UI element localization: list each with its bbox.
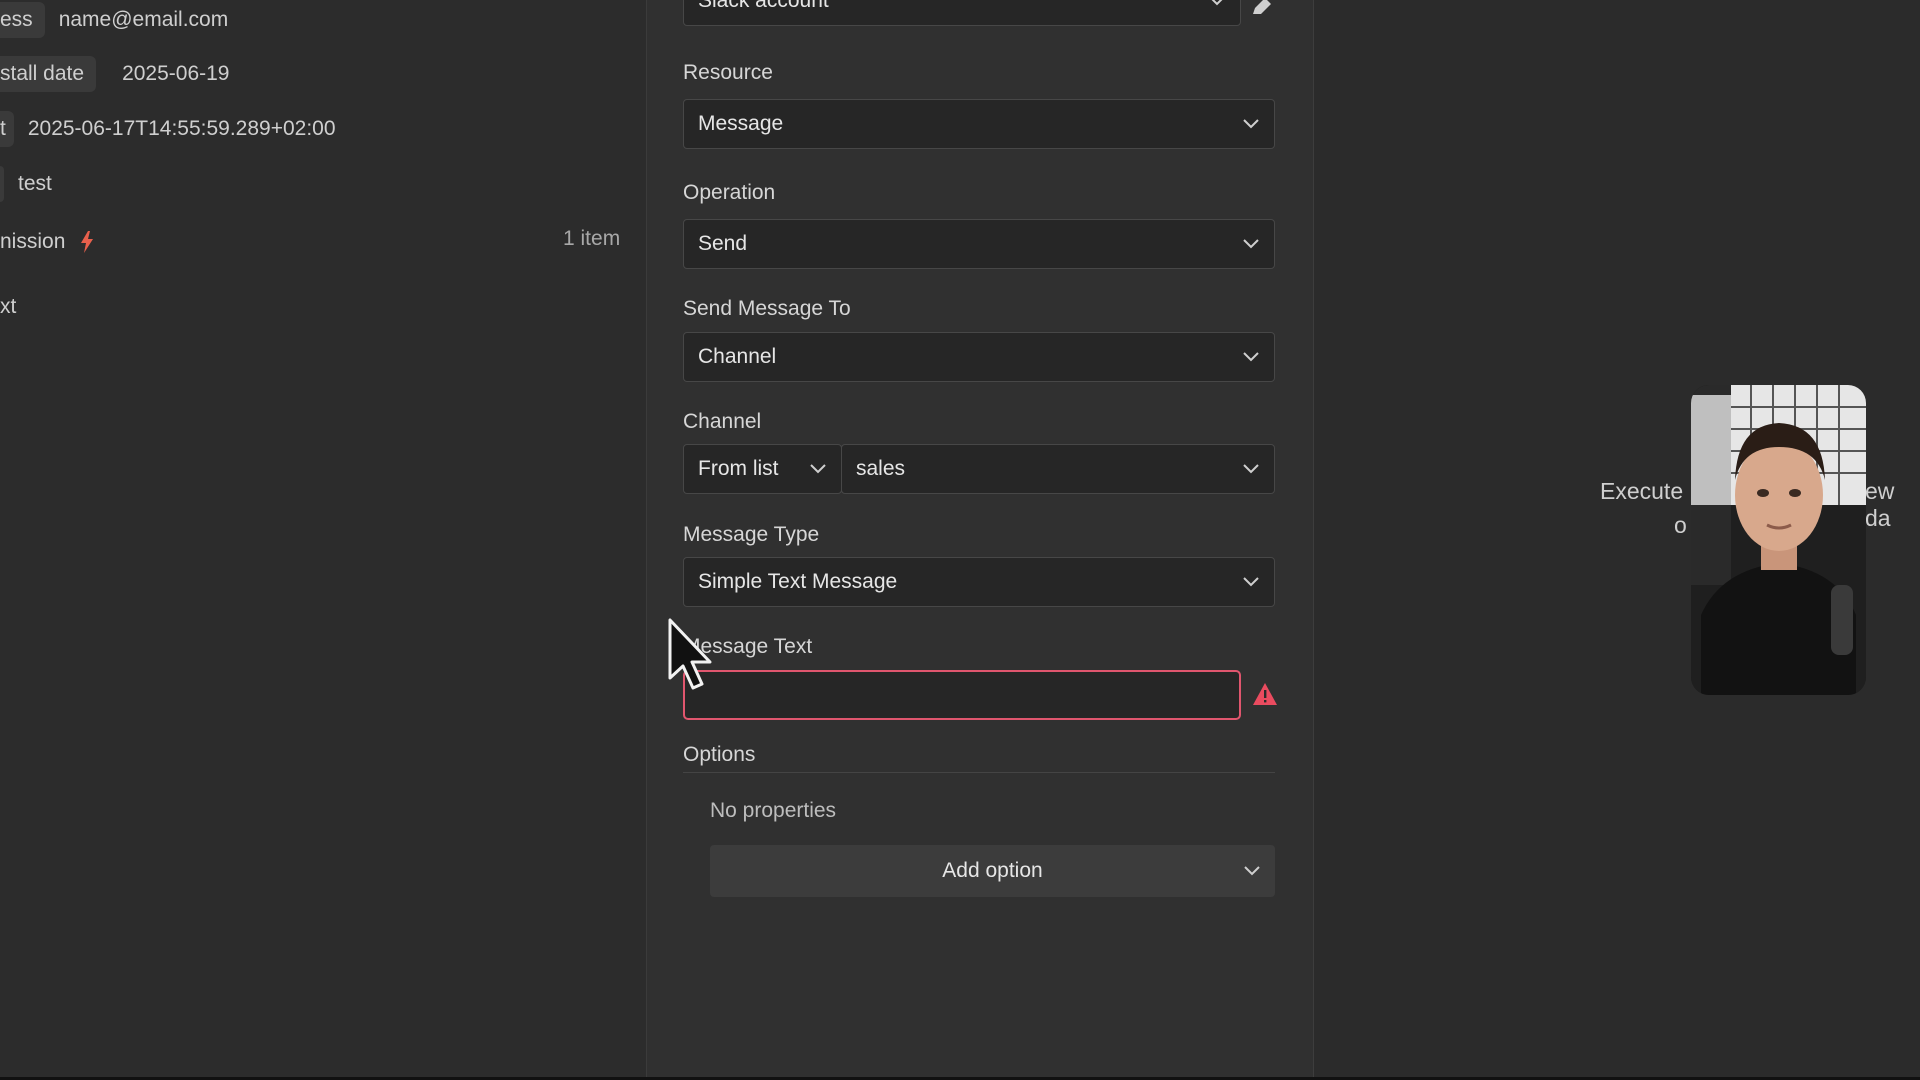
credential-value: Slack account xyxy=(698,0,829,12)
canvas-hint-text-3: ew da xyxy=(1865,478,1895,531)
resource-label: Resource xyxy=(683,61,773,84)
send-to-label: Send Message To xyxy=(683,297,851,320)
field-key-test[interactable] xyxy=(0,166,4,202)
parameters-panel: Slack account Resource Message Operation… xyxy=(647,0,1314,1080)
warning-icon xyxy=(1252,682,1278,706)
field-value-timestamp: 2025-06-17T14:55:59.289+02:00 xyxy=(27,117,336,140)
operation-value: Send xyxy=(698,232,748,255)
canvas-hint-text: Execute xyxy=(1600,478,1684,504)
field-key-text[interactable]: xt xyxy=(0,295,16,319)
message-type-value: Simple Text Message xyxy=(698,570,898,593)
chevron-down-icon xyxy=(1243,865,1261,877)
field-value-install-date: 2025-06-19 xyxy=(122,62,230,85)
field-key-submission: nission xyxy=(0,230,66,253)
field-row-test: test xyxy=(0,166,52,202)
chevron-down-icon xyxy=(1242,463,1260,475)
field-row-timestamp: t 2025-06-17T14:55:59.289+02:00 xyxy=(0,111,336,147)
chevron-down-icon xyxy=(809,463,827,475)
field-key-email[interactable]: ess xyxy=(0,2,45,38)
options-label: Options xyxy=(683,743,756,766)
edit-credential-icon[interactable] xyxy=(1251,0,1273,21)
chevron-down-icon xyxy=(1242,351,1260,363)
message-type-select[interactable]: Simple Text Message xyxy=(683,557,1275,607)
credential-select[interactable]: Slack account xyxy=(683,0,1241,26)
chevron-down-icon xyxy=(1242,576,1260,588)
channel-label: Channel xyxy=(683,410,762,433)
channel-mode-select[interactable]: From list xyxy=(683,444,842,494)
channel-value: sales xyxy=(856,457,906,480)
message-text-input[interactable] xyxy=(683,670,1241,720)
send-to-value: Channel xyxy=(698,345,777,368)
add-option-button[interactable]: Add option xyxy=(710,845,1275,897)
webcam-overlay xyxy=(1691,385,1866,695)
field-row-install-date: stall date 2025-06-19 xyxy=(0,56,229,92)
add-option-label: Add option xyxy=(942,859,1043,882)
field-row-email: ess name@email.com xyxy=(0,2,228,38)
options-divider xyxy=(683,772,1275,773)
item-count: 1 item xyxy=(563,227,621,250)
operation-select[interactable]: Send xyxy=(683,219,1275,269)
field-key-timestamp[interactable]: t xyxy=(0,111,14,147)
field-value-email: name@email.com xyxy=(58,8,229,31)
field-row-text: xt xyxy=(0,289,30,325)
lightning-icon xyxy=(79,231,95,253)
input-data-panel: ess name@email.com stall date 2025-06-19… xyxy=(0,0,647,1080)
field-value-test: test xyxy=(18,172,52,195)
no-properties-text: No properties xyxy=(710,799,837,822)
chevron-down-icon xyxy=(1242,118,1260,130)
canvas-hint-text-2: o xyxy=(1674,512,1687,538)
send-to-select[interactable]: Channel xyxy=(683,332,1275,382)
operation-label: Operation xyxy=(683,181,776,204)
field-key-install-date[interactable]: stall date xyxy=(0,56,97,92)
field-row-submission[interactable]: nission xyxy=(0,224,95,260)
resource-value: Message xyxy=(698,112,784,135)
chevron-down-icon xyxy=(1208,0,1226,7)
message-type-label: Message Type xyxy=(683,523,820,546)
channel-mode-value: From list xyxy=(698,457,779,480)
channel-select[interactable]: sales xyxy=(841,444,1275,494)
resource-select[interactable]: Message xyxy=(683,99,1275,149)
mouse-cursor-icon xyxy=(668,618,716,692)
chevron-down-icon xyxy=(1242,238,1260,250)
